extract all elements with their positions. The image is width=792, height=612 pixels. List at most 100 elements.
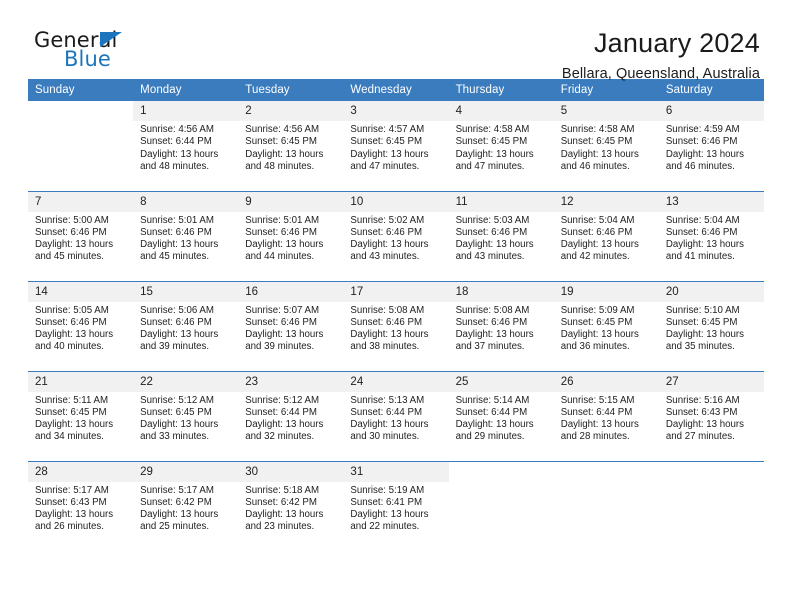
calendar-day-cell[interactable]: 13 Sunrise: 5:04 AM Sunset: 6:46 PM Dayligh… [658, 190, 764, 281]
daylight-duration-line2: and 48 minutes. [245, 160, 315, 172]
weekday-header-friday: Friday [553, 79, 659, 101]
daylight-duration-line1: Daylight: 13 hours [350, 329, 429, 341]
daylight-duration-line2: and 48 minutes. [140, 160, 210, 172]
calendar-day-cell[interactable]: 28 Sunrise: 5:17 AM Sunset: 6:43 PM Dayligh… [28, 460, 134, 551]
day-number: 9 [238, 191, 344, 212]
weekday-header-tuesday: Tuesday [238, 79, 344, 101]
day-number: 20 [658, 281, 764, 302]
daylight-duration-line2: and 42 minutes. [560, 251, 630, 263]
title-block: January 2024 Bellara, Queensland, Austra… [562, 28, 764, 82]
sunset-time: Sunset: 6:46 PM [140, 226, 212, 238]
calendar-week-row: 28 Sunrise: 5:17 AM Sunset: 6:43 PM Dayligh… [28, 460, 764, 551]
sunrise-time: Sunrise: 5:12 AM [140, 394, 214, 406]
sunset-time: Sunset: 6:45 PM [35, 406, 107, 418]
calendar-day-cell[interactable]: 25 Sunrise: 5:14 AM Sunset: 6:44 PM Dayligh… [448, 370, 554, 461]
calendar-day-cell[interactable]: 31 Sunrise: 5:19 AM Sunset: 6:41 PM Dayligh… [343, 460, 449, 551]
daylight-duration-line1: Daylight: 13 hours [35, 329, 114, 341]
calendar-day-cell[interactable]: 15 Sunrise: 5:06 AM Sunset: 6:46 PM Dayligh… [133, 280, 239, 371]
day-number: 23 [238, 371, 344, 392]
daylight-duration-line1: Daylight: 13 hours [245, 419, 324, 431]
calendar-day-cell[interactable]: 4 Sunrise: 4:58 AM Sunset: 6:45 PM Daylight… [448, 101, 554, 191]
daylight-duration-line2: and 26 minutes. [35, 521, 104, 533]
sunrise-time: Sunrise: 4:59 AM [665, 124, 740, 135]
calendar-day-cell[interactable]: 8 Sunrise: 5:01 AM Sunset: 6:46 PM Daylight… [133, 190, 239, 281]
day-number: 24 [343, 371, 449, 392]
day-sun-info: Sunrise: 5:11 AM Sunset: 6:45 PM Daylight:… [28, 392, 133, 444]
sunset-time: Sunset: 6:44 PM [560, 406, 633, 418]
logo-text-blue: Blue [64, 47, 111, 71]
day-number: 6 [658, 101, 764, 121]
day-sun-info: Sunrise: 5:05 AM Sunset: 6:46 PM Daylight:… [28, 302, 133, 354]
calendar-day-cell[interactable]: 3 Sunrise: 4:57 AM Sunset: 6:45 PM Daylight… [343, 101, 449, 191]
day-number: 27 [658, 371, 764, 392]
daylight-duration-line2: and 41 minutes. [665, 251, 735, 263]
calendar-day-cell[interactable]: 23 Sunrise: 5:12 AM Sunset: 6:44 PM Dayligh… [238, 370, 344, 461]
calendar-day-cell[interactable]: 24 Sunrise: 5:13 AM Sunset: 6:44 PM Dayligh… [343, 370, 449, 461]
daylight-duration-line1: Daylight: 13 hours [140, 329, 219, 341]
day-sun-info: Sunrise: 5:19 AM Sunset: 6:41 PM Daylight:… [343, 482, 448, 534]
day-sun-info: Sunrise: 5:04 AM Sunset: 6:46 PM Daylight:… [659, 212, 764, 264]
calendar-day-cell[interactable]: 5 Sunrise: 4:58 AM Sunset: 6:45 PM Daylight… [553, 101, 659, 191]
daylight-duration-line1: Daylight: 13 hours [455, 239, 534, 251]
sunrise-time: Sunrise: 4:58 AM [455, 124, 530, 135]
sunset-time: Sunset: 6:42 PM [245, 496, 317, 508]
daylight-duration-line1: Daylight: 13 hours [35, 419, 114, 431]
calendar-day-cell[interactable]: 26 Sunrise: 5:15 AM Sunset: 6:44 PM Dayligh… [553, 370, 659, 461]
day-sun-info: Sunrise: 5:10 AM Sunset: 6:45 PM Daylight:… [659, 302, 764, 354]
daylight-duration-line2: and 43 minutes. [455, 251, 525, 263]
calendar-day-cell[interactable]: 9 Sunrise: 5:01 AM Sunset: 6:46 PM Daylight… [238, 190, 344, 281]
weekday-header-row: Sunday Monday Tuesday Wednesday Thursday… [28, 79, 764, 101]
day-number: 7 [28, 191, 134, 212]
calendar-day-cell[interactable]: 22 Sunrise: 5:12 AM Sunset: 6:45 PM Dayligh… [133, 370, 239, 461]
day-sun-info: Sunrise: 5:06 AM Sunset: 6:46 PM Daylight:… [133, 302, 238, 354]
day-sun-info: Sunrise: 4:58 AM Sunset: 6:45 PM Daylight:… [449, 121, 554, 173]
calendar-day-cell[interactable]: 2 Sunrise: 4:56 AM Sunset: 6:45 PM Daylight… [238, 101, 344, 191]
sunrise-time: Sunrise: 5:09 AM [560, 304, 635, 316]
daylight-duration-line2: and 47 minutes. [350, 160, 420, 172]
calendar-day-cell[interactable]: 27 Sunrise: 5:16 AM Sunset: 6:43 PM Dayligh… [658, 370, 764, 461]
calendar-day-cell[interactable]: 14 Sunrise: 5:05 AM Sunset: 6:46 PM Dayligh… [28, 280, 134, 371]
calendar-day-cell-empty [658, 460, 764, 551]
daylight-duration-line1: Daylight: 13 hours [245, 239, 324, 251]
day-number: 31 [343, 461, 449, 482]
daylight-duration-line1: Daylight: 13 hours [665, 239, 744, 251]
calendar-day-cell[interactable]: 30 Sunrise: 5:18 AM Sunset: 6:42 PM Dayligh… [238, 460, 344, 551]
day-number: 4 [448, 101, 554, 121]
daylight-duration-line2: and 22 minutes. [350, 521, 420, 533]
sunrise-time: Sunrise: 5:13 AM [350, 394, 425, 406]
day-number [659, 462, 764, 482]
day-sun-info: Sunrise: 5:09 AM Sunset: 6:45 PM Daylight:… [554, 302, 659, 354]
sunrise-time: Sunrise: 5:10 AM [665, 304, 740, 316]
calendar-day-cell[interactable]: 7 Sunrise: 5:00 AM Sunset: 6:46 PM Daylight… [28, 190, 134, 281]
calendar-day-cell[interactable]: 29 Sunrise: 5:17 AM Sunset: 6:42 PM Dayligh… [133, 460, 239, 551]
sunset-time: Sunset: 6:46 PM [560, 226, 633, 238]
day-sun-info: Sunrise: 5:13 AM Sunset: 6:44 PM Daylight:… [343, 392, 448, 444]
calendar-day-cell[interactable]: 18 Sunrise: 5:08 AM Sunset: 6:46 PM Dayligh… [448, 280, 554, 371]
calendar-day-cell[interactable]: 21 Sunrise: 5:11 AM Sunset: 6:45 PM Dayligh… [28, 370, 134, 461]
calendar-day-cell[interactable]: 11 Sunrise: 5:03 AM Sunset: 6:46 PM Dayligh… [448, 190, 554, 281]
day-number [554, 462, 659, 482]
day-number: 2 [238, 101, 344, 121]
daylight-duration-line2: and 46 minutes. [665, 160, 735, 172]
sunrise-time: Sunrise: 4:56 AM [245, 124, 320, 135]
day-number: 14 [28, 281, 134, 302]
daylight-duration-line2: and 40 minutes. [35, 341, 104, 353]
calendar-day-cell[interactable]: 20 Sunrise: 5:10 AM Sunset: 6:45 PM Dayligh… [658, 280, 764, 371]
calendar-day-cell[interactable]: 17 Sunrise: 5:08 AM Sunset: 6:46 PM Dayligh… [343, 280, 449, 371]
calendar-day-cell[interactable]: 6 Sunrise: 4:59 AM Sunset: 6:46 PM Daylight… [658, 101, 764, 191]
calendar-day-cell[interactable]: 12 Sunrise: 5:04 AM Sunset: 6:46 PM Dayligh… [553, 190, 659, 281]
day-number: 17 [343, 281, 449, 302]
sunrise-time: Sunrise: 5:14 AM [455, 394, 530, 406]
calendar-day-cell-empty [553, 460, 659, 551]
sunrise-time: Sunrise: 5:19 AM [350, 484, 425, 496]
daylight-duration-line2: and 39 minutes. [140, 341, 210, 353]
calendar-day-cell[interactable]: 19 Sunrise: 5:09 AM Sunset: 6:45 PM Dayligh… [553, 280, 659, 371]
daylight-duration-line2: and 30 minutes. [350, 431, 420, 443]
calendar-day-cell[interactable]: 1 Sunrise: 4:56 AM Sunset: 6:44 PM Daylight… [133, 101, 239, 191]
sunrise-time: Sunrise: 4:58 AM [560, 124, 635, 135]
calendar-day-cell[interactable]: 16 Sunrise: 5:07 AM Sunset: 6:46 PM Dayligh… [238, 280, 344, 371]
sunrise-time: Sunrise: 4:57 AM [350, 124, 425, 135]
sunrise-time: Sunrise: 5:18 AM [245, 484, 320, 496]
sunset-time: Sunset: 6:45 PM [350, 136, 423, 148]
calendar-day-cell[interactable]: 10 Sunrise: 5:02 AM Sunset: 6:46 PM Dayligh… [343, 190, 449, 281]
